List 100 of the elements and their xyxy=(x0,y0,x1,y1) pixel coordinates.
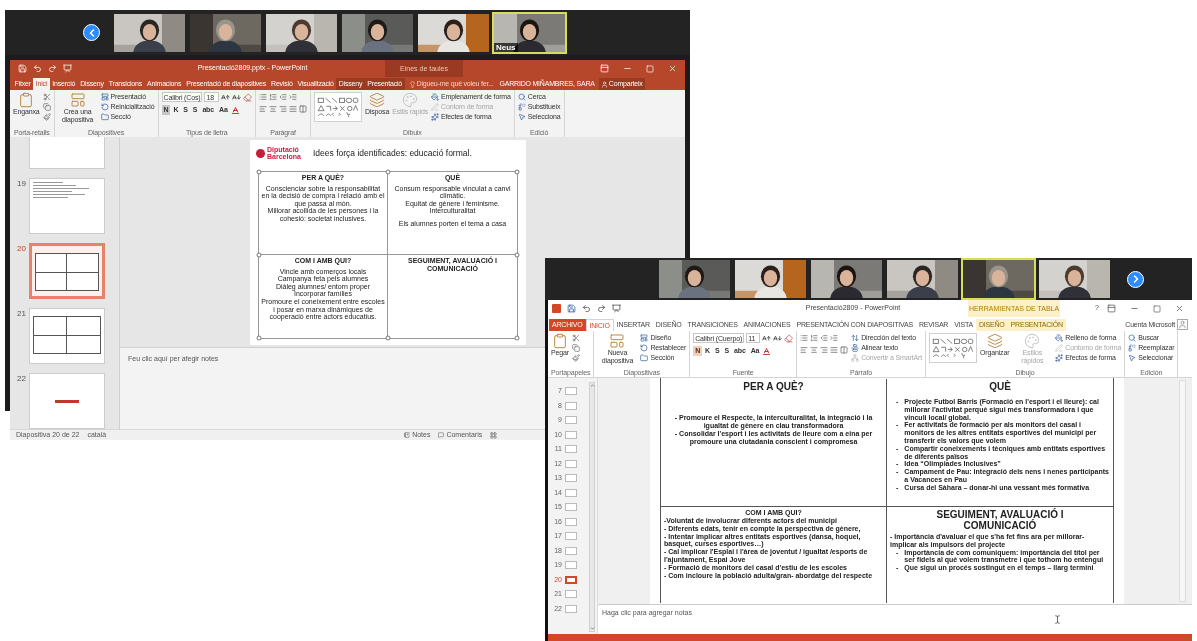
scroll-down-icon[interactable] xyxy=(589,626,595,631)
slide-thumbnail[interactable] xyxy=(565,401,577,410)
slide-thumbnail[interactable] xyxy=(565,590,577,599)
slide-thumbnail[interactable] xyxy=(29,178,105,234)
table-heading: SEGUIMENT, AVALUACIÓ I COMUNICACIÓ xyxy=(935,509,1065,531)
video-tile[interactable] xyxy=(657,258,732,300)
font-color-icon[interactable] xyxy=(762,346,772,356)
justify-icon[interactable] xyxy=(288,105,297,113)
resize-handle[interactable] xyxy=(385,335,391,341)
resize-handle[interactable] xyxy=(385,169,391,175)
chevron-button[interactable] xyxy=(1127,270,1144,288)
align-left-icon[interactable] xyxy=(258,105,267,113)
slide-thumbnail[interactable] xyxy=(565,416,577,425)
slide-thumbnail[interactable] xyxy=(565,430,577,439)
slideshow-icon[interactable] xyxy=(612,304,621,313)
slide-thumbnail[interactable] xyxy=(565,517,577,526)
slideshow-icon[interactable] xyxy=(63,64,72,73)
slide-thumbnail[interactable] xyxy=(565,387,577,396)
scissors-icon[interactable] xyxy=(571,334,580,342)
view-icon[interactable] xyxy=(490,431,498,439)
copy-icon[interactable] xyxy=(42,103,51,111)
slide-thumbnail[interactable] xyxy=(565,532,577,541)
redo-icon[interactable] xyxy=(48,64,57,73)
notes-icon xyxy=(404,432,411,438)
chevron-button[interactable] xyxy=(83,24,100,41)
layers-icon xyxy=(986,333,1003,349)
resize-handle[interactable] xyxy=(514,335,520,341)
sparkles-icon xyxy=(1055,353,1064,362)
undo-icon[interactable] xyxy=(33,64,42,73)
outdent-icon[interactable] xyxy=(820,334,829,342)
video-tile[interactable] xyxy=(733,258,808,300)
video-tile[interactable] xyxy=(112,11,187,54)
resize-handle[interactable] xyxy=(256,335,262,341)
outdent-icon[interactable] xyxy=(278,93,287,101)
numbering-icon[interactable] xyxy=(810,334,819,342)
resize-handle[interactable] xyxy=(256,169,262,175)
reset-icon xyxy=(640,343,649,352)
align-center-icon[interactable] xyxy=(810,346,819,354)
slide-number: 20 xyxy=(16,243,26,255)
slide-thumbnail[interactable] xyxy=(565,503,577,512)
resize-handle[interactable] xyxy=(256,252,262,258)
slide-thumbnail[interactable] xyxy=(565,546,577,555)
scissors-icon[interactable] xyxy=(42,93,51,101)
indent-icon[interactable] xyxy=(288,93,297,101)
scroll-up-icon[interactable] xyxy=(589,383,595,388)
slide-thumbnail[interactable] xyxy=(29,308,105,364)
columns-icon[interactable] xyxy=(298,105,307,113)
slide-thumbnail[interactable] xyxy=(565,604,577,613)
logo-mark xyxy=(256,148,265,158)
shrink-font-icon[interactable] xyxy=(773,333,783,343)
shapes-gallery[interactable] xyxy=(928,333,977,363)
grow-font-icon[interactable] xyxy=(762,333,772,343)
slide-thumbnail[interactable] xyxy=(565,474,577,483)
slide-thumbnail[interactable] xyxy=(565,445,577,454)
shrink-font-icon[interactable] xyxy=(231,92,241,102)
save-icon[interactable] xyxy=(567,304,576,313)
font-color-icon[interactable] xyxy=(230,105,240,115)
video-tile[interactable] xyxy=(961,258,1036,300)
bullets-icon[interactable] xyxy=(800,334,809,342)
video-tile[interactable] xyxy=(416,11,491,54)
grow-font-icon[interactable] xyxy=(220,92,230,102)
shapes-gallery[interactable] xyxy=(313,92,362,122)
video-tile[interactable] xyxy=(809,258,884,300)
slide-thumbnail[interactable] xyxy=(29,243,105,299)
video-tile[interactable] xyxy=(885,258,960,300)
maximize-icon[interactable] xyxy=(1153,304,1161,313)
copy-icon[interactable] xyxy=(571,344,580,352)
resize-handle[interactable] xyxy=(514,252,520,258)
text-direction-icon xyxy=(851,333,860,342)
video-tile[interactable]: Neus xyxy=(492,11,567,54)
redo-icon[interactable] xyxy=(597,304,606,313)
slide-thumbnail[interactable] xyxy=(565,561,577,570)
slide-thumbnail[interactable] xyxy=(565,575,577,584)
align-center-icon[interactable] xyxy=(268,105,277,113)
paintbrush-icon[interactable] xyxy=(571,354,580,362)
close-icon[interactable] xyxy=(1175,304,1184,313)
video-tile[interactable] xyxy=(1037,258,1112,300)
text-cursor-icon xyxy=(1053,615,1062,624)
align-right-icon[interactable] xyxy=(820,346,829,354)
undo-icon[interactable] xyxy=(582,304,591,313)
video-tile[interactable] xyxy=(264,11,339,54)
video-tile[interactable] xyxy=(340,11,415,54)
align-left-icon[interactable] xyxy=(800,346,809,354)
justify-icon[interactable] xyxy=(830,346,839,354)
slide-thumbnail[interactable] xyxy=(29,373,105,429)
slide-thumbnail[interactable] xyxy=(565,459,577,468)
layout-icon xyxy=(100,92,109,101)
resize-handle[interactable] xyxy=(514,169,520,175)
align-right-icon[interactable] xyxy=(278,105,287,113)
columns-icon[interactable] xyxy=(840,346,849,354)
paintbrush-icon[interactable] xyxy=(42,113,51,121)
bullets-icon[interactable] xyxy=(258,93,267,101)
slide-thumbnail[interactable] xyxy=(565,488,577,497)
ribbon-display-icon[interactable] xyxy=(1107,304,1116,313)
video-tile[interactable] xyxy=(188,11,263,54)
participant-name: Neus xyxy=(494,42,518,52)
pen-icon xyxy=(1055,343,1064,352)
indent-icon[interactable] xyxy=(830,334,839,342)
numbering-icon[interactable] xyxy=(268,93,277,101)
slide-number: 22 xyxy=(16,373,26,385)
